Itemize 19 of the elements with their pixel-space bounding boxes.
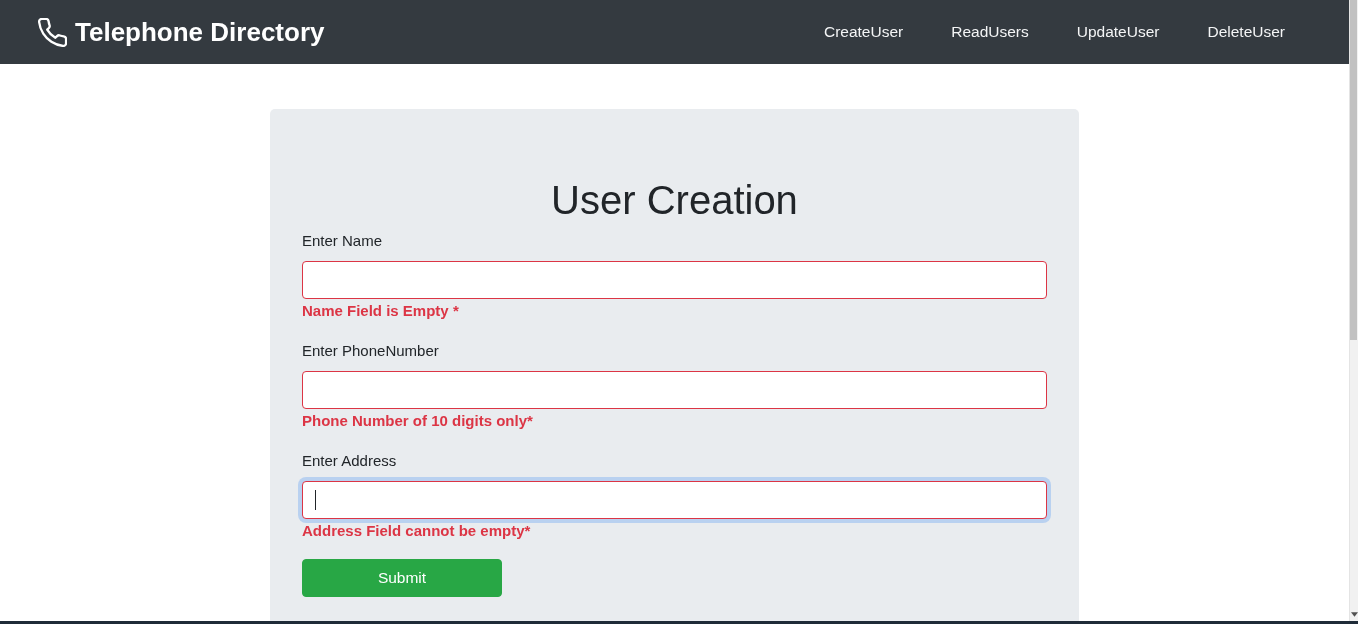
brand-link[interactable]: Telephone Directory (75, 16, 325, 48)
error-message: Address Field cannot be empty* (302, 521, 532, 541)
input-field[interactable] (302, 371, 1047, 409)
nav-link[interactable]: UpdateUser (1052, 15, 1184, 49)
nav-link[interactable]: ReadUsers (927, 15, 1053, 49)
phone-icon (38, 17, 67, 47)
field-label: Enter Address (302, 451, 398, 471)
error-message: Name Field is Empty * (302, 301, 460, 321)
field-label: Enter Name (302, 231, 384, 251)
input-field[interactable] (298, 477, 1051, 523)
nav-link[interactable]: CreateUser (799, 15, 928, 49)
input-field[interactable] (302, 261, 1047, 299)
text-cursor-icon (315, 490, 316, 510)
scroll-down-icon[interactable] (1351, 612, 1358, 617)
field-label: Enter PhoneNumber (302, 341, 440, 361)
scrollbar-thumb[interactable] (1350, 0, 1357, 340)
nav-link[interactable]: DeleteUser (1183, 15, 1309, 49)
error-message: Phone Number of 10 digits only* (302, 411, 534, 431)
form-title: User Creation (550, 177, 799, 224)
